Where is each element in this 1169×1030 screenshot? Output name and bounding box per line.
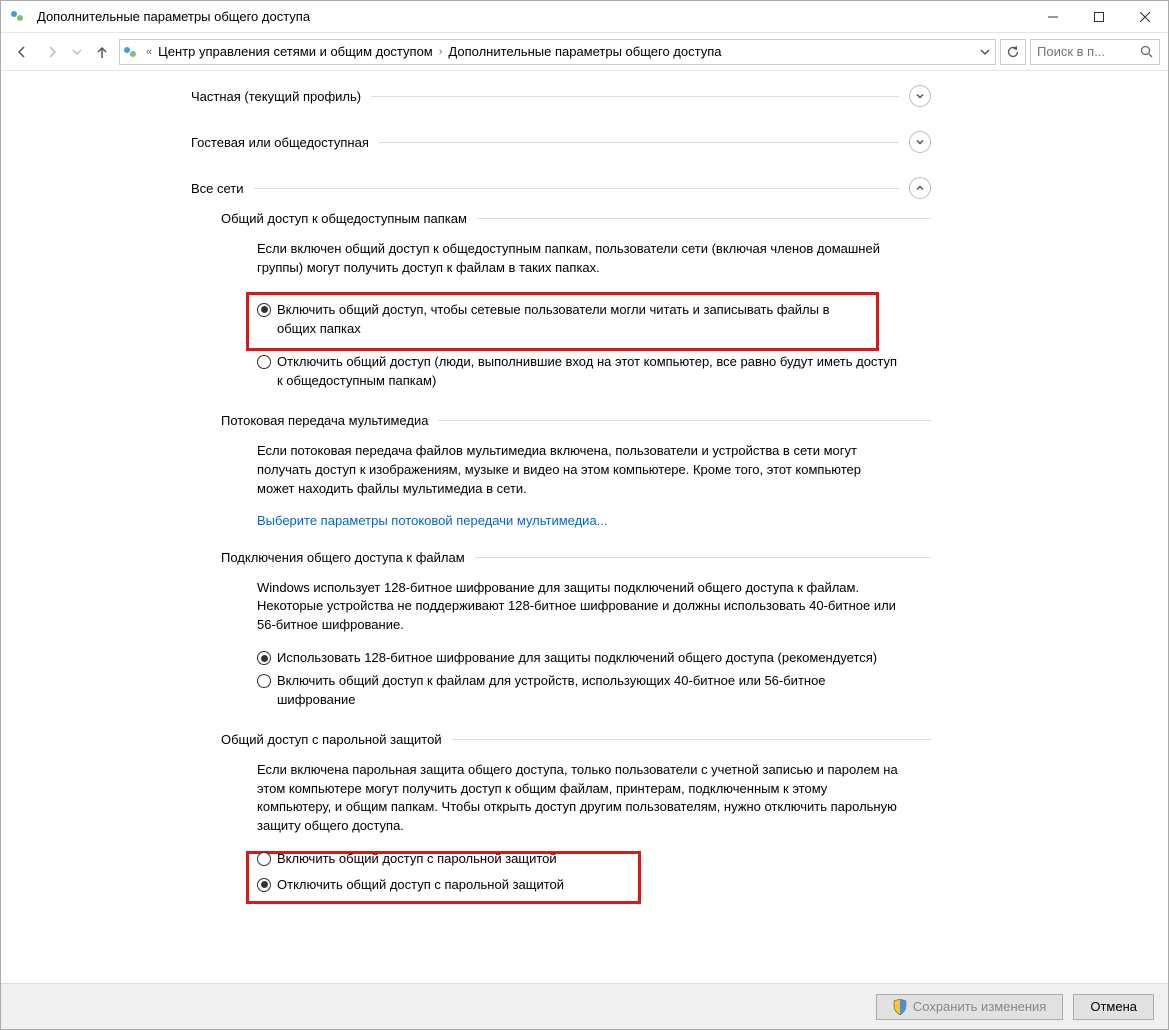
subsection-password-sharing: Общий доступ с парольной защитой Если вк… <box>221 732 931 904</box>
radio-icon <box>257 852 271 866</box>
file-sharing-encryption-desc: Windows использует 128-битное шифрование… <box>257 579 901 636</box>
shield-icon <box>893 999 907 1015</box>
cancel-button-label: Отмена <box>1090 999 1137 1014</box>
chevron-down-icon[interactable] <box>979 46 991 58</box>
subsection-public-folder-sharing: Общий доступ к общедоступным папкам Если… <box>221 211 931 391</box>
breadcrumb-separator-icon: › <box>439 46 443 58</box>
section-guest-label: Гостевая или общедоступная <box>191 135 369 150</box>
radio-public-share-on[interactable]: Включить общий доступ, чтобы сетевые пол… <box>257 301 868 339</box>
radio-password-off[interactable]: Отключить общий доступ с парольной защит… <box>257 876 630 895</box>
back-button[interactable] <box>9 39 35 65</box>
save-button-label: Сохранить изменения <box>913 999 1047 1014</box>
radio-encryption-4056-label: Включить общий доступ к файлам для устро… <box>277 672 901 710</box>
radio-password-off-label: Отключить общий доступ с парольной защит… <box>277 876 630 895</box>
cancel-button[interactable]: Отмена <box>1073 994 1154 1020</box>
section-private-label: Частная (текущий профиль) <box>191 89 361 104</box>
maximize-button[interactable] <box>1076 1 1122 33</box>
content-scroll-area[interactable]: Частная (текущий профиль) Гостевая или о… <box>1 71 1168 983</box>
minimize-button[interactable] <box>1030 1 1076 33</box>
breadcrumb-parent[interactable]: Центр управления сетями и общим доступом <box>158 44 433 59</box>
breadcrumb-current[interactable]: Дополнительные параметры общего доступа <box>448 44 721 59</box>
password-sharing-desc: Если включена парольная защита общего до… <box>257 761 901 836</box>
search-input[interactable] <box>1037 44 1117 59</box>
section-guest[interactable]: Гостевая или общедоступная <box>191 127 931 157</box>
expand-private-button[interactable] <box>909 85 931 107</box>
collapse-all-button[interactable] <box>909 177 931 199</box>
media-streaming-options-link[interactable]: Выберите параметры потоковой передачи му… <box>257 513 608 528</box>
breadcrumb-back-chevron[interactable]: « <box>146 46 152 58</box>
close-button[interactable] <box>1122 1 1168 33</box>
footer-bar: Сохранить изменения Отмена <box>1 983 1168 1029</box>
recent-locations-button[interactable] <box>69 39 85 65</box>
media-streaming-desc: Если потоковая передача файлов мультимед… <box>257 442 901 499</box>
title-bar: Дополнительные параметры общего доступа <box>1 1 1168 33</box>
refresh-button[interactable] <box>1000 39 1026 65</box>
file-sharing-encryption-title: Подключения общего доступа к файлам <box>221 550 465 565</box>
highlight-public-share-on: Включить общий доступ, чтобы сетевые пол… <box>246 292 879 352</box>
address-bar[interactable]: « Центр управления сетями и общим доступ… <box>119 39 996 65</box>
address-bar-row: « Центр управления сетями и общим доступ… <box>1 33 1168 71</box>
section-private[interactable]: Частная (текущий профиль) <box>191 81 931 111</box>
public-folder-sharing-desc: Если включен общий доступ к общедоступны… <box>257 240 901 278</box>
window-title: Дополнительные параметры общего доступа <box>37 9 1030 24</box>
radio-public-share-on-label: Включить общий доступ, чтобы сетевые пол… <box>277 301 868 339</box>
up-button[interactable] <box>89 39 115 65</box>
radio-icon <box>257 878 271 892</box>
subsection-file-sharing-encryption: Подключения общего доступа к файлам Wind… <box>221 550 931 710</box>
section-all-networks[interactable]: Все сети <box>191 173 931 203</box>
search-icon <box>1140 45 1153 58</box>
forward-button[interactable] <box>39 39 65 65</box>
save-changes-button[interactable]: Сохранить изменения <box>876 994 1064 1020</box>
radio-encryption-4056[interactable]: Включить общий доступ к файлам для устро… <box>257 672 901 710</box>
radio-password-on-label: Включить общий доступ с парольной защито… <box>277 850 901 869</box>
radio-public-share-off[interactable]: Отключить общий доступ (люди, выполнивши… <box>257 353 901 391</box>
radio-icon <box>257 674 271 688</box>
public-folder-sharing-title: Общий доступ к общедоступным папкам <box>221 211 467 226</box>
radio-icon <box>257 303 271 317</box>
password-sharing-title: Общий доступ с парольной защитой <box>221 732 442 747</box>
network-center-icon <box>124 44 140 60</box>
radio-password-on[interactable]: Включить общий доступ с парольной защито… <box>257 850 901 869</box>
section-all-label: Все сети <box>191 181 244 196</box>
radio-icon <box>257 651 271 665</box>
radio-encryption-128[interactable]: Использовать 128-битное шифрование для з… <box>257 649 901 668</box>
radio-encryption-128-label: Использовать 128-битное шифрование для з… <box>277 649 901 668</box>
network-center-icon <box>11 8 29 26</box>
expand-guest-button[interactable] <box>909 131 931 153</box>
media-streaming-title: Потоковая передача мультимедиа <box>221 413 428 428</box>
search-box[interactable] <box>1030 39 1160 65</box>
radio-icon <box>257 355 271 369</box>
radio-public-share-off-label: Отключить общий доступ (люди, выполнивши… <box>277 353 901 391</box>
subsection-media-streaming: Потоковая передача мультимедиа Если пото… <box>221 413 931 528</box>
